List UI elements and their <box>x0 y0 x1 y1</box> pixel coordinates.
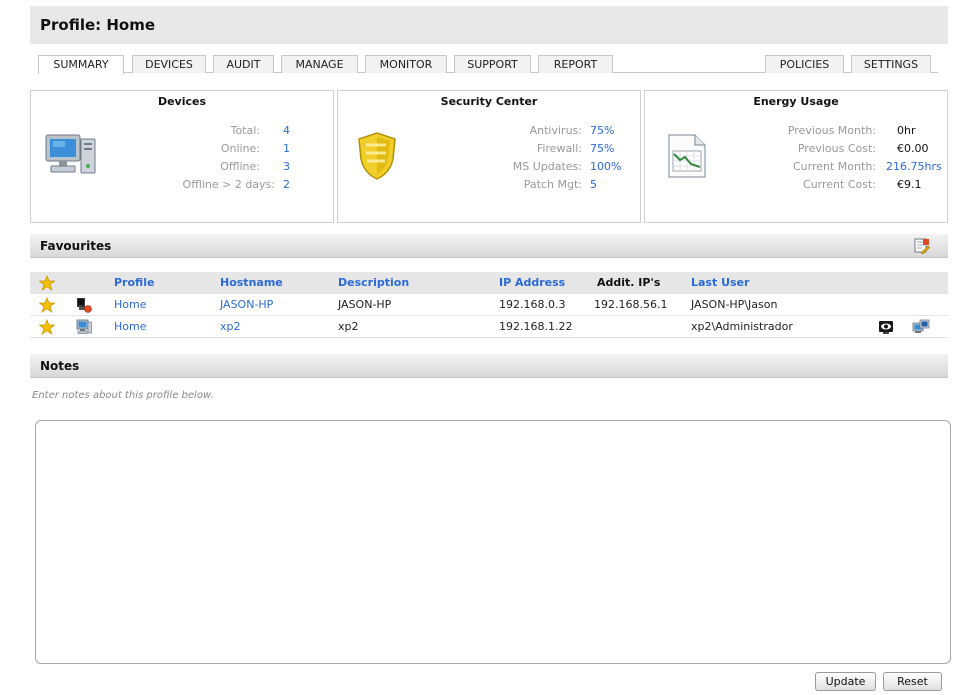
patch-label: Patch Mgt: <box>523 178 582 191</box>
col-last-user[interactable]: Last User <box>691 276 749 289</box>
row-ip: 192.168.1.22 <box>499 320 573 333</box>
col-ip-address[interactable]: IP Address <box>499 276 565 289</box>
favourites-column-header: Profile Hostname Description IP Address … <box>30 272 948 294</box>
favourites-title: Favourites <box>40 239 112 253</box>
cur-month-value[interactable]: 216.75hrs <box>886 160 942 173</box>
row-addit-ip: 192.168.56.1 <box>594 298 668 311</box>
star-icon[interactable] <box>39 319 55 335</box>
star-icon[interactable] <box>39 297 55 313</box>
total-value[interactable]: 4 <box>283 124 290 137</box>
row-ip: 192.168.0.3 <box>499 298 566 311</box>
notes-header: Notes <box>30 354 948 378</box>
row-last-user: JASON-HP\Jason <box>691 298 778 311</box>
tab-report[interactable]: REPORT <box>538 55 613 73</box>
cur-cost-label: Current Cost: <box>803 178 876 191</box>
patch-value[interactable]: 5 <box>590 178 597 191</box>
device-online-icon <box>76 319 92 334</box>
firewall-label: Firewall: <box>536 142 582 155</box>
row-profile[interactable]: Home <box>114 320 146 333</box>
row-last-user: xp2\Administrador <box>691 320 793 333</box>
energy-title: Energy Usage <box>753 95 839 108</box>
row-hostname[interactable]: JASON-HP <box>220 298 273 311</box>
update-button[interactable]: Update <box>815 672 876 691</box>
col-hostname[interactable]: Hostname <box>220 276 283 289</box>
table-row[interactable]: Home xp2 xp2 192.168.1.22 xp2\Administra… <box>30 316 948 338</box>
title-bar: Profile: Home <box>30 6 948 44</box>
cur-cost-value: €9.1 <box>897 178 922 191</box>
notes-title: Notes <box>40 359 80 373</box>
device-offline-icon <box>77 298 92 313</box>
remote-connect-icon[interactable] <box>912 319 930 335</box>
tab-support[interactable]: SUPPORT <box>454 55 531 73</box>
tab-monitor[interactable]: MONITOR <box>365 55 447 73</box>
notes-textarea[interactable] <box>35 420 951 664</box>
row-description: xp2 <box>338 320 359 333</box>
prev-cost-label: Previous Cost: <box>797 142 876 155</box>
tab-manage[interactable]: MANAGE <box>281 55 358 73</box>
security-title: Security Center <box>440 95 538 108</box>
prev-cost-value: €0.00 <box>897 142 929 155</box>
table-row[interactable]: Home JASON-HP JASON-HP 192.168.0.3 192.1… <box>30 294 948 316</box>
offline-label: Offline: <box>220 160 260 173</box>
devices-title: Devices <box>157 95 207 108</box>
tab-bar: SUMMARY DEVICES AUDIT MANAGE MONITOR SUP… <box>38 55 938 74</box>
notes-hint: Enter notes about this profile below. <box>32 390 214 401</box>
row-hostname[interactable]: xp2 <box>220 320 241 333</box>
col-profile[interactable]: Profile <box>114 276 154 289</box>
cur-month-label: Current Month: <box>793 160 876 173</box>
prev-month-value: 0hr <box>897 124 916 137</box>
offline-2days-label: Offline > 2 days: <box>182 178 275 191</box>
tab-settings[interactable]: SETTINGS <box>851 55 931 73</box>
col-description[interactable]: Description <box>338 276 409 289</box>
row-profile[interactable]: Home <box>114 298 146 311</box>
antivirus-value[interactable]: 75% <box>590 124 614 137</box>
firewall-value[interactable]: 75% <box>590 142 614 155</box>
tab-summary[interactable]: SUMMARY <box>38 55 124 74</box>
edit-favourites-icon[interactable] <box>914 238 930 254</box>
remote-view-icon[interactable] <box>878 319 894 335</box>
computer-icon <box>45 134 96 174</box>
security-panel: Security Center Antivirus: 75% Firewall:… <box>337 90 641 223</box>
antivirus-label: Antivirus: <box>529 124 582 137</box>
energy-chart-icon <box>668 134 706 178</box>
tab-policies[interactable]: POLICIES <box>765 55 844 73</box>
msupdates-label: MS Updates: <box>512 160 582 173</box>
total-label: Total: <box>230 124 260 137</box>
online-value[interactable]: 1 <box>283 142 290 155</box>
tab-devices[interactable]: DEVICES <box>132 55 206 73</box>
devices-panel: Devices Total: 4 Online: 1 Offline: 3 Of… <box>30 90 334 223</box>
energy-panel: Energy Usage Previous Month: 0hr Previou… <box>644 90 948 223</box>
shield-icon <box>358 132 396 180</box>
row-description: JASON-HP <box>338 298 392 311</box>
favourites-header: Favourites <box>30 234 948 258</box>
offline-value[interactable]: 3 <box>283 160 290 173</box>
page-title: Profile: Home <box>40 16 156 34</box>
offline-2days-value[interactable]: 2 <box>283 178 290 191</box>
prev-month-label: Previous Month: <box>787 124 876 137</box>
star-icon <box>39 275 55 291</box>
tab-audit[interactable]: AUDIT <box>213 55 274 73</box>
online-label: Online: <box>220 142 260 155</box>
msupdates-value[interactable]: 100% <box>590 160 621 173</box>
col-addit-ip: Addit. IP's <box>597 276 661 289</box>
reset-button[interactable]: Reset <box>883 672 942 691</box>
